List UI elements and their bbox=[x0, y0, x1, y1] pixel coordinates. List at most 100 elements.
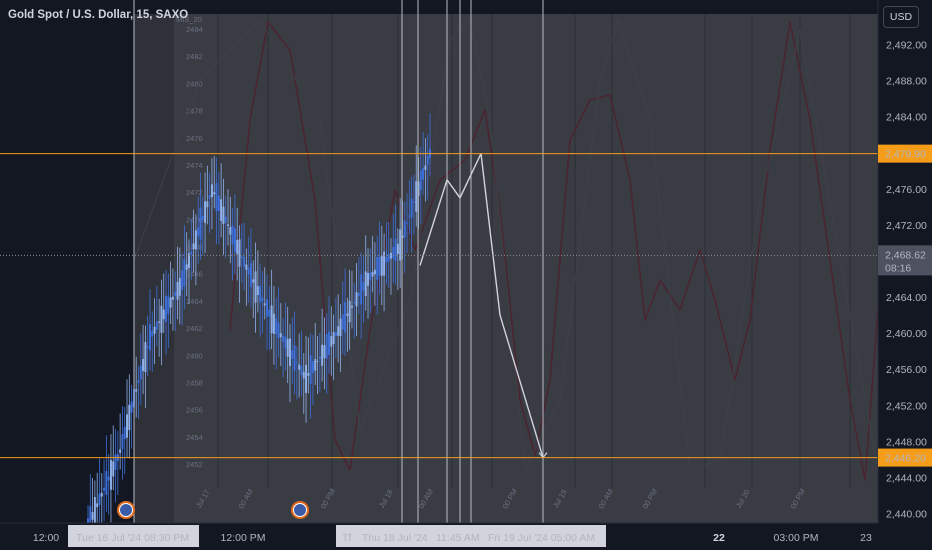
price-tick-label: 2,448.00 bbox=[886, 436, 927, 448]
candle-body bbox=[220, 199, 223, 221]
candle-body bbox=[392, 246, 395, 259]
candle-body bbox=[263, 303, 266, 306]
candle-body bbox=[295, 362, 298, 364]
candle-body bbox=[217, 195, 220, 211]
candle-body bbox=[194, 230, 197, 250]
embedded-panel-shade bbox=[134, 14, 174, 523]
price-tick-label: 2,456.00 bbox=[886, 364, 927, 376]
inner-y-tick: 2466 bbox=[186, 270, 203, 279]
candle-body bbox=[171, 296, 174, 300]
current-price-label: 2,468.62 bbox=[885, 249, 926, 261]
candle-body bbox=[330, 336, 333, 347]
candle-body bbox=[162, 309, 165, 320]
candle-body bbox=[321, 344, 324, 366]
price-chart[interactable]: 2484248224802478247624742472247024682466… bbox=[0, 0, 932, 550]
candle-body bbox=[369, 272, 372, 280]
candle-body bbox=[355, 292, 358, 307]
candle-body bbox=[96, 503, 99, 508]
candle-body bbox=[229, 227, 232, 235]
candle-body bbox=[206, 201, 209, 208]
candle-body bbox=[353, 301, 356, 304]
candle-body bbox=[364, 271, 367, 297]
time-marker-label: Tf bbox=[342, 532, 351, 544]
candle-body bbox=[254, 271, 257, 303]
candle-body bbox=[204, 201, 207, 223]
candle-body bbox=[233, 228, 236, 252]
candle-body bbox=[112, 461, 115, 477]
candle-body bbox=[337, 326, 340, 336]
candle-body bbox=[272, 313, 275, 334]
time-marker-label: Thu 18 Jul '24 bbox=[362, 532, 428, 544]
price-tick-label: 2,484.00 bbox=[886, 112, 927, 124]
candle-body bbox=[385, 257, 388, 263]
candle-body bbox=[183, 259, 186, 287]
candle-body bbox=[293, 345, 296, 371]
candle-body bbox=[348, 300, 351, 323]
candle-body bbox=[284, 336, 287, 349]
candle-body bbox=[231, 225, 234, 245]
price-tick-label: 2,452.00 bbox=[886, 400, 927, 412]
candle-body bbox=[201, 215, 204, 220]
candle-body bbox=[119, 449, 122, 453]
candle-body bbox=[155, 321, 158, 330]
candle-body bbox=[300, 365, 303, 376]
candle-body bbox=[151, 330, 154, 337]
candle-body bbox=[174, 291, 177, 297]
candle-body bbox=[419, 170, 422, 191]
candle-body bbox=[316, 360, 319, 362]
currency-button[interactable]: USD bbox=[883, 6, 919, 28]
candle-body bbox=[403, 220, 406, 238]
price-tick-label: 2,440.00 bbox=[886, 509, 927, 521]
candle-body bbox=[107, 476, 110, 481]
price-level-tag-label: 2,479.90 bbox=[885, 149, 926, 161]
price-tick-label: 2,444.00 bbox=[886, 472, 927, 484]
candle-body bbox=[210, 184, 213, 198]
candle-body bbox=[128, 404, 131, 431]
candle-body bbox=[332, 332, 335, 345]
inner-y-tick: 2460 bbox=[186, 351, 203, 360]
candle-body bbox=[286, 338, 289, 357]
inner-y-tick: 2452 bbox=[186, 460, 203, 469]
time-marker-label: 11:45 AM bbox=[436, 532, 480, 544]
time-tick-label: 12:00 bbox=[33, 532, 59, 544]
price-tick-label: 2,472.00 bbox=[886, 220, 927, 232]
candle-body bbox=[334, 332, 337, 337]
candle-body bbox=[93, 497, 96, 527]
bar-countdown-label: 08:16 bbox=[885, 262, 911, 274]
candle-body bbox=[302, 372, 305, 379]
candle-body bbox=[240, 256, 243, 258]
candle-body bbox=[350, 305, 353, 308]
candle-body bbox=[424, 165, 427, 171]
candle-body bbox=[378, 256, 381, 276]
inner-y-tick: 2482 bbox=[186, 52, 203, 61]
candle-body bbox=[360, 274, 363, 305]
candle-body bbox=[192, 243, 195, 250]
candle-body bbox=[185, 264, 188, 271]
candle-body bbox=[279, 333, 282, 338]
inner-y-tick: 2462 bbox=[186, 324, 203, 333]
price-tick-label: 2,492.00 bbox=[886, 40, 927, 52]
candle-body bbox=[158, 321, 161, 323]
candle-body bbox=[344, 302, 347, 333]
candle-body bbox=[153, 326, 156, 334]
time-tick-label: 22 bbox=[713, 532, 725, 544]
candle-body bbox=[160, 305, 163, 333]
candle-body bbox=[275, 318, 278, 335]
price-tick-label: 2,460.00 bbox=[886, 328, 927, 340]
symbol-title[interactable]: Gold Spot / U.S. Dollar, 15, SAXO bbox=[8, 9, 188, 21]
candle-body bbox=[422, 168, 425, 180]
time-tick-label: 23 bbox=[860, 532, 872, 544]
candle-body bbox=[380, 255, 383, 276]
candle-body bbox=[266, 299, 269, 317]
candle-body bbox=[236, 239, 239, 255]
candle-body bbox=[307, 373, 310, 376]
candle-body bbox=[268, 309, 271, 317]
candle-body bbox=[325, 334, 328, 359]
candle-body bbox=[318, 356, 321, 359]
candle-body bbox=[362, 281, 365, 291]
candle-body bbox=[288, 338, 291, 367]
candle-body bbox=[243, 256, 246, 267]
candle-body bbox=[181, 270, 184, 290]
candle-body bbox=[323, 345, 326, 358]
price-level-tag-label: 2,446.20 bbox=[885, 453, 926, 465]
